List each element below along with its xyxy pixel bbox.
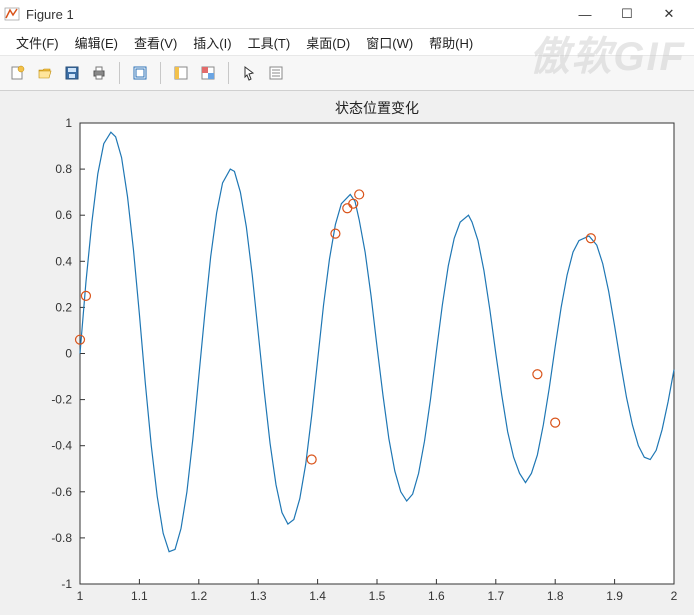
svg-text:0.4: 0.4 <box>55 254 72 268</box>
layout2-icon <box>200 65 216 81</box>
layout1-button[interactable] <box>169 61 193 85</box>
svg-text:1: 1 <box>77 589 84 603</box>
svg-text:-0.6: -0.6 <box>51 485 72 499</box>
menu-insert[interactable]: 插入(I) <box>185 31 239 54</box>
close-button[interactable]: ✕ <box>648 0 690 28</box>
chart-title: 状态位置变化 <box>335 100 419 116</box>
panel-button[interactable] <box>264 61 288 85</box>
svg-text:1.4: 1.4 <box>309 589 326 603</box>
zoom-icon <box>132 65 148 81</box>
menu-window[interactable]: 窗口(W) <box>358 31 421 54</box>
print-icon <box>91 65 107 81</box>
svg-text:-0.4: -0.4 <box>51 439 72 453</box>
svg-text:1.8: 1.8 <box>547 589 564 603</box>
open-button[interactable] <box>33 61 57 85</box>
svg-text:1.7: 1.7 <box>487 589 504 603</box>
menubar: 文件(F) 编辑(E) 查看(V) 插入(I) 工具(T) 桌面(D) 窗口(W… <box>0 29 694 56</box>
svg-text:1.1: 1.1 <box>131 589 148 603</box>
arrow-icon <box>241 65 257 81</box>
arrow-button[interactable] <box>237 61 261 85</box>
svg-text:-0.2: -0.2 <box>51 393 72 407</box>
svg-text:1: 1 <box>65 116 72 130</box>
svg-text:0.8: 0.8 <box>55 162 72 176</box>
toolbar-separator <box>228 62 229 84</box>
svg-text:0: 0 <box>65 347 72 361</box>
zoom-button[interactable] <box>128 61 152 85</box>
chart-svg: 1 1.1 1.2 1.3 1.4 1.5 1.6 1.7 1.8 1.9 2 -1 -0.8 -0.6 -… <box>0 91 694 615</box>
menu-file[interactable]: 文件(F) <box>8 31 67 54</box>
new-figure-icon <box>10 65 26 81</box>
new-figure-button[interactable] <box>6 61 30 85</box>
matlab-figure-icon <box>4 6 20 22</box>
svg-text:2: 2 <box>671 589 678 603</box>
layout2-button[interactable] <box>196 61 220 85</box>
svg-text:1.2: 1.2 <box>190 589 207 603</box>
svg-text:1.9: 1.9 <box>606 589 623 603</box>
svg-text:-1: -1 <box>61 577 72 591</box>
save-button[interactable] <box>60 61 84 85</box>
axes-box <box>80 123 674 584</box>
menu-edit[interactable]: 编辑(E) <box>67 31 126 54</box>
svg-text:0.2: 0.2 <box>55 300 72 314</box>
toolbar-separator <box>160 62 161 84</box>
svg-text:1.3: 1.3 <box>250 589 267 603</box>
minimize-button[interactable]: — <box>564 0 606 28</box>
window-controls: — ☐ ✕ <box>564 0 690 28</box>
svg-text:-0.8: -0.8 <box>51 531 72 545</box>
svg-text:1.5: 1.5 <box>369 589 386 603</box>
titlebar: Figure 1 — ☐ ✕ <box>0 0 694 29</box>
print-button[interactable] <box>87 61 111 85</box>
toolbar <box>0 56 694 91</box>
open-icon <box>37 65 53 81</box>
menu-view[interactable]: 查看(V) <box>126 31 185 54</box>
window-title: Figure 1 <box>26 7 564 22</box>
maximize-button[interactable]: ☐ <box>606 0 648 28</box>
menu-help[interactable]: 帮助(H) <box>421 31 481 54</box>
menu-desktop[interactable]: 桌面(D) <box>298 31 358 54</box>
layout1-icon <box>173 65 189 81</box>
svg-text:1.6: 1.6 <box>428 589 445 603</box>
svg-text:0.6: 0.6 <box>55 208 72 222</box>
plot-area: 1 1.1 1.2 1.3 1.4 1.5 1.6 1.7 1.8 1.9 2 -1 -0.8 -0.6 -… <box>0 91 694 615</box>
save-icon <box>64 65 80 81</box>
toolbar-separator <box>119 62 120 84</box>
panel-icon <box>268 65 284 81</box>
menu-tools[interactable]: 工具(T) <box>240 31 299 54</box>
